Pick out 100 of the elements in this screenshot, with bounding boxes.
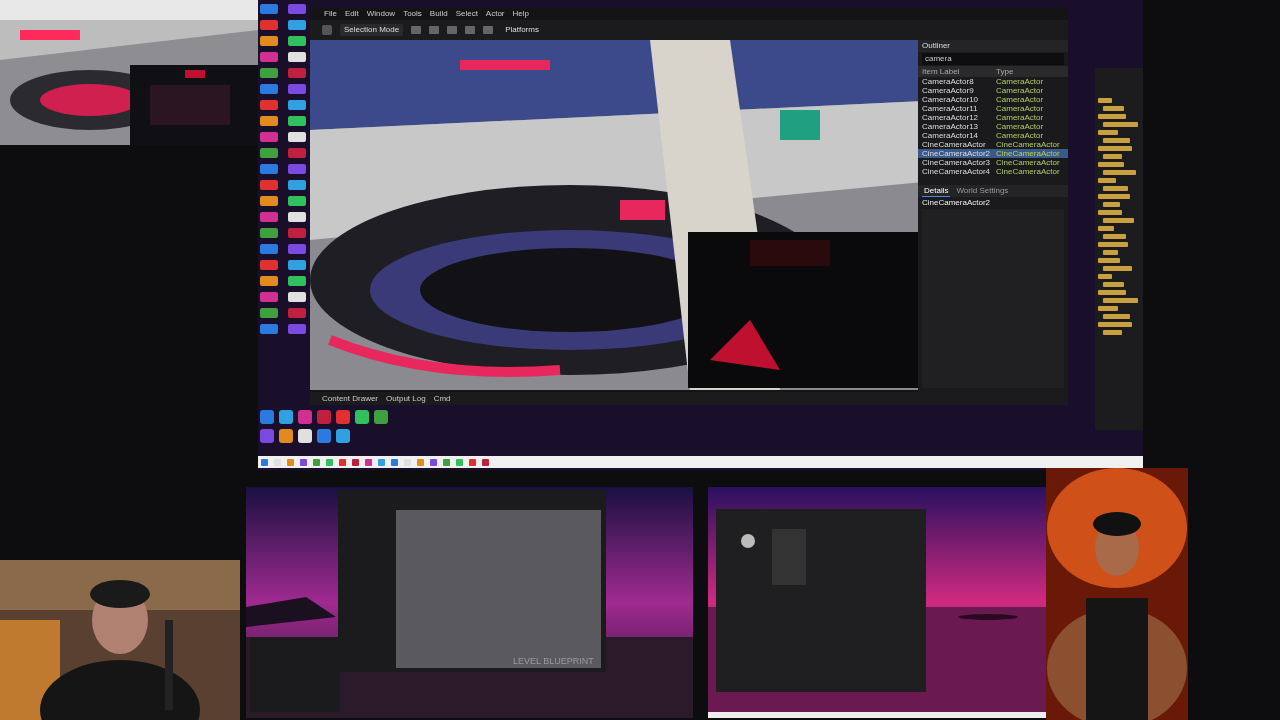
- desktop-icon[interactable]: [288, 52, 306, 62]
- column-header[interactable]: Type: [996, 66, 1014, 77]
- outliner-row[interactable]: CameraActor8 CameraActor: [918, 77, 1068, 86]
- desktop-icon[interactable]: [260, 212, 278, 222]
- desktop-icon[interactable]: [288, 292, 306, 302]
- desktop-icon[interactable]: [336, 429, 350, 443]
- item-label: CameraActor11: [922, 104, 979, 113]
- toolbar-icon[interactable]: [465, 26, 476, 34]
- desktop-icon[interactable]: [260, 292, 278, 302]
- desktop-icon[interactable]: [298, 410, 312, 424]
- item-type: CineCameraActor: [996, 140, 1060, 149]
- desktop-icon[interactable]: [260, 116, 278, 126]
- menu-item[interactable]: Edit: [344, 9, 359, 19]
- desktop-icon[interactable]: [288, 212, 306, 222]
- desktop-icon[interactable]: [288, 36, 306, 46]
- mode-dropdown[interactable]: Selection Mode: [340, 24, 404, 36]
- desktop-icon[interactable]: [317, 410, 331, 424]
- desktop-icon[interactable]: [260, 52, 278, 62]
- desktop-icon[interactable]: [288, 228, 306, 238]
- desktop-icon[interactable]: [260, 276, 278, 286]
- desktop-icon[interactable]: [260, 148, 278, 158]
- toolbar-icon[interactable]: [429, 26, 440, 34]
- item-label: CameraActor12: [922, 113, 980, 122]
- desktop-icon[interactable]: [288, 116, 306, 126]
- desktop-icon[interactable]: [288, 164, 306, 174]
- desktop-icon[interactable]: [260, 36, 278, 46]
- outliner-row[interactable]: CineCameraActor3 CineCameraActor: [918, 158, 1068, 167]
- desktop-icon[interactable]: [260, 164, 278, 174]
- item-label: CameraActor8: [922, 77, 975, 86]
- desktop-icon[interactable]: [260, 244, 278, 254]
- outliner-row[interactable]: CameraActor10 CameraActor: [918, 95, 1068, 104]
- item-label: CineCameraActor: [922, 140, 987, 149]
- desktop-icon[interactable]: [288, 4, 306, 14]
- menu-item[interactable]: Build: [429, 9, 448, 19]
- desktop-icon[interactable]: [288, 100, 306, 110]
- bottom-bar-button[interactable]: Output Log: [386, 393, 426, 404]
- desktop-icon[interactable]: [260, 196, 278, 206]
- bottom-bar-button[interactable]: Cmd: [433, 393, 451, 404]
- desktop-icon[interactable]: [288, 68, 306, 78]
- item-label: CameraActor10: [922, 95, 980, 104]
- desktop-icon[interactable]: [260, 260, 278, 270]
- panel-tab[interactable]: World Settings: [954, 186, 1011, 196]
- desktop-icon[interactable]: [260, 180, 278, 190]
- desktop-icon[interactable]: [279, 410, 293, 424]
- outliner-row[interactable]: CameraActor13 CameraActor: [918, 122, 1068, 131]
- desktop-icon[interactable]: [260, 308, 278, 318]
- toolbar-icon[interactable]: [483, 26, 494, 34]
- desktop-icon[interactable]: [288, 324, 306, 334]
- menu-item[interactable]: File: [324, 9, 337, 19]
- menu-item[interactable]: Help: [512, 9, 529, 19]
- item-label: CameraActor13: [922, 122, 980, 131]
- desktop-icon[interactable]: [288, 276, 306, 286]
- menu-item[interactable]: Select: [455, 9, 478, 19]
- desktop-icon[interactable]: [288, 244, 306, 254]
- item-type: CineCameraActor: [996, 167, 1060, 176]
- toolbar-icon[interactable]: [411, 26, 422, 34]
- desktop-icon[interactable]: [288, 180, 306, 190]
- desktop-icon[interactable]: [298, 429, 312, 443]
- desktop-icon[interactable]: [288, 260, 306, 270]
- outliner-row[interactable]: CineCameraActor2 CineCameraActor: [918, 149, 1068, 158]
- desktop-icon[interactable]: [260, 429, 274, 443]
- desktop-icon[interactable]: [260, 68, 278, 78]
- item-label: CameraActor14: [922, 131, 980, 140]
- desktop-icon[interactable]: [279, 429, 293, 443]
- desktop-icon[interactable]: [260, 84, 278, 94]
- desktop-icon[interactable]: [288, 84, 306, 94]
- desktop-icon[interactable]: [317, 429, 331, 443]
- panel-tab[interactable]: Details: [922, 185, 951, 197]
- bottom-bar-button[interactable]: Content Drawer: [322, 393, 379, 404]
- outliner-row[interactable]: CineCameraActor CineCameraActor: [918, 140, 1068, 149]
- menu-item[interactable]: Actor: [485, 9, 505, 19]
- desktop-icon[interactable]: [260, 20, 278, 30]
- item-label: CameraActor9: [922, 86, 975, 95]
- outliner-row[interactable]: CineCameraActor4 CineCameraActor: [918, 167, 1068, 176]
- menu-item[interactable]: Tools: [403, 9, 422, 19]
- desktop-icon[interactable]: [260, 100, 278, 110]
- desktop-icon[interactable]: [260, 4, 278, 14]
- outliner-row[interactable]: CameraActor14 CameraActor: [918, 131, 1068, 140]
- menu-item[interactable]: Window: [366, 9, 396, 19]
- desktop-icon[interactable]: [288, 196, 306, 206]
- item-type: CineCameraActor: [996, 149, 1060, 158]
- desktop-icon[interactable]: [288, 20, 306, 30]
- desktop-icon[interactable]: [355, 410, 369, 424]
- search-field[interactable]: camera: [922, 53, 1064, 65]
- platforms-dropdown[interactable]: Platforms: [501, 24, 543, 36]
- outliner-row[interactable]: CameraActor11 CameraActor: [918, 104, 1068, 113]
- desktop-icon[interactable]: [260, 324, 278, 334]
- desktop-icon[interactable]: [260, 228, 278, 238]
- desktop-icon[interactable]: [260, 410, 274, 424]
- desktop-icon[interactable]: [288, 132, 306, 142]
- desktop-icon[interactable]: [374, 410, 388, 424]
- column-header[interactable]: Item Label: [922, 66, 996, 77]
- graph-watermark: LEVEL BLUEPRINT: [513, 656, 594, 666]
- desktop-icon[interactable]: [288, 148, 306, 158]
- toolbar-icon[interactable]: [447, 26, 458, 34]
- desktop-icon[interactable]: [260, 132, 278, 142]
- outliner-row[interactable]: CameraActor12 CameraActor: [918, 113, 1068, 122]
- desktop-icon[interactable]: [336, 410, 350, 424]
- desktop-icon[interactable]: [288, 308, 306, 318]
- outliner-row[interactable]: CameraActor9 CameraActor: [918, 86, 1068, 95]
